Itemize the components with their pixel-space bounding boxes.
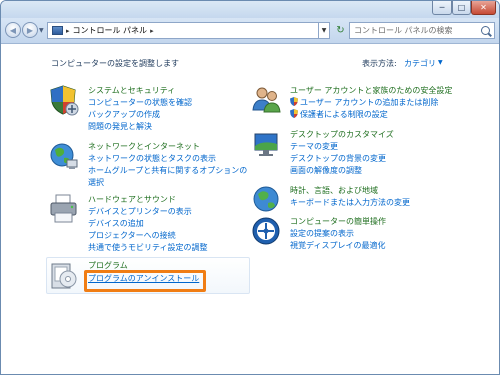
link-find-fix-problems[interactable]: 問題の発見と解決 xyxy=(88,121,152,132)
link-view-network-status[interactable]: ネットワークの状態とタスクの表示 xyxy=(88,153,216,164)
globe-clock-icon xyxy=(253,186,279,212)
address-bar[interactable]: ▸ コントロール パネル ▸ xyxy=(47,22,319,39)
link-homegroup-sharing-cont[interactable]: 選択 xyxy=(88,177,104,188)
printer-icon xyxy=(50,194,77,223)
link-mobility-settings[interactable]: 共通で使うモビリティ設定の調整 xyxy=(88,242,208,253)
link-change-keyboard[interactable]: キーボードまたは入力方法の変更 xyxy=(290,197,410,208)
back-arrow-icon: ◀ xyxy=(9,25,17,35)
link-view-devices-printers[interactable]: デバイスとプリンターの表示 xyxy=(88,206,192,217)
breadcrumb-separator-icon[interactable]: ▸ xyxy=(150,27,154,35)
forward-button[interactable]: ▶ xyxy=(22,22,38,38)
category-title-network-internet[interactable]: ネットワークとインターネット xyxy=(88,141,200,152)
category-title-system-security[interactable]: システムとセキュリティ xyxy=(88,85,175,96)
title-bar: ─ □ ✕ xyxy=(1,1,499,18)
category-ease-of-access: コンピューターの簡単操作 設定の提案の表示 視覚ディスプレイの最適化 xyxy=(251,215,471,255)
link-change-theme[interactable]: テーマの変更 xyxy=(290,141,338,152)
category-user-accounts: ユーザー アカウントと家族のための安全設定 ユーザー アカウントの追加または削除… xyxy=(251,84,491,124)
category-clock-language-region: 時計、言語、および地域 キーボードまたは入力方法の変更 xyxy=(251,184,471,214)
address-dropdown-button[interactable]: ▼ xyxy=(319,22,330,39)
link-create-backup[interactable]: バックアップの作成 xyxy=(88,109,160,120)
link-add-remove-accounts[interactable]: ユーザー アカウントの追加または削除 xyxy=(300,97,438,108)
category-title-hardware-sound[interactable]: ハードウェアとサウンド xyxy=(88,194,176,205)
link-suggested-settings[interactable]: 設定の提案の表示 xyxy=(290,228,354,239)
breadcrumb-separator-icon[interactable]: ▸ xyxy=(66,27,70,35)
system-security-icon xyxy=(50,85,79,116)
search-input[interactable] xyxy=(354,26,474,35)
desktop-monitor-icon xyxy=(254,133,278,156)
network-globe-icon xyxy=(50,143,78,169)
recent-pages-dropdown[interactable]: ▼ xyxy=(39,27,44,34)
forward-arrow-icon: ▶ xyxy=(26,25,34,35)
category-system-security: システムとセキュリティ コンピューターの状態を確認 バックアップの作成 問題の発… xyxy=(49,84,249,134)
ease-of-access-icon xyxy=(252,217,280,245)
control-panel-icon xyxy=(52,26,63,35)
link-parental-controls[interactable]: 保護者による制限の設定 xyxy=(300,109,388,120)
users-icon xyxy=(252,87,281,113)
link-connect-projector[interactable]: プロジェクターへの接続 xyxy=(88,230,176,241)
link-homegroup-sharing[interactable]: ホームグループと共有に関するオプションの xyxy=(88,165,247,176)
page-title: コンピューターの設定を調整します xyxy=(51,59,179,68)
link-add-device[interactable]: デバイスの追加 xyxy=(88,218,144,229)
uac-shield-icon xyxy=(290,97,298,106)
maximize-button[interactable]: □ xyxy=(452,1,471,15)
breadcrumb-control-panel[interactable]: コントロール パネル xyxy=(73,25,148,36)
link-change-background[interactable]: デスクトップの背景の変更 xyxy=(290,153,386,164)
view-by-label: 表示方法: xyxy=(362,59,397,68)
navigation-bar: ◀ ▶ ▼ ▸ コントロール パネル ▸ ▼ ↻ xyxy=(1,18,499,44)
back-button[interactable]: ◀ xyxy=(5,22,21,38)
category-title-ease-of-access[interactable]: コンピューターの簡単操作 xyxy=(290,216,386,227)
category-title-desktop-customization[interactable]: デスクトップのカスタマイズ xyxy=(290,129,394,140)
control-panel-window: ─ □ ✕ ◀ ▶ ▼ ▸ コントロール パネル ▸ ▼ ↻ コンピューターの設… xyxy=(0,0,500,375)
view-by-dropdown[interactable]: カテゴリ xyxy=(404,58,436,69)
chevron-down-icon[interactable]: ▼ xyxy=(438,59,443,66)
link-check-computer-status[interactable]: コンピューターの状態を確認 xyxy=(88,97,192,108)
category-network-internet: ネットワークとインターネット ネットワークの状態とタスクの表示 ホームグループと… xyxy=(49,140,259,190)
refresh-icon: ↻ xyxy=(336,25,345,36)
search-icon[interactable] xyxy=(481,26,490,35)
uac-shield-icon xyxy=(290,109,298,118)
category-desktop-customization: デスクトップのカスタマイズ テーマの変更 デスクトップの背景の変更 画面の解像度… xyxy=(251,128,471,178)
programs-icon xyxy=(51,263,77,289)
main-content: コンピューターの設定を調整します 表示方法: カテゴリ ▼ システムとセキュリテ… xyxy=(1,44,499,374)
refresh-button[interactable]: ↻ xyxy=(332,22,349,39)
search-box[interactable] xyxy=(349,22,495,39)
minimize-button[interactable]: ─ xyxy=(432,1,452,15)
category-title-user-accounts[interactable]: ユーザー アカウントと家族のための安全設定 xyxy=(290,85,452,96)
link-optimize-display[interactable]: 視覚ディスプレイの最適化 xyxy=(290,240,385,251)
highlight-uninstall-program xyxy=(84,270,206,292)
link-adjust-resolution[interactable]: 画面の解像度の調整 xyxy=(290,165,362,176)
category-title-clock-language-region[interactable]: 時計、言語、および地域 xyxy=(290,185,378,196)
close-button[interactable]: ✕ xyxy=(471,1,496,15)
category-hardware-sound: ハードウェアとサウンド デバイスとプリンターの表示 デバイスの追加 プロジェクタ… xyxy=(49,193,249,255)
